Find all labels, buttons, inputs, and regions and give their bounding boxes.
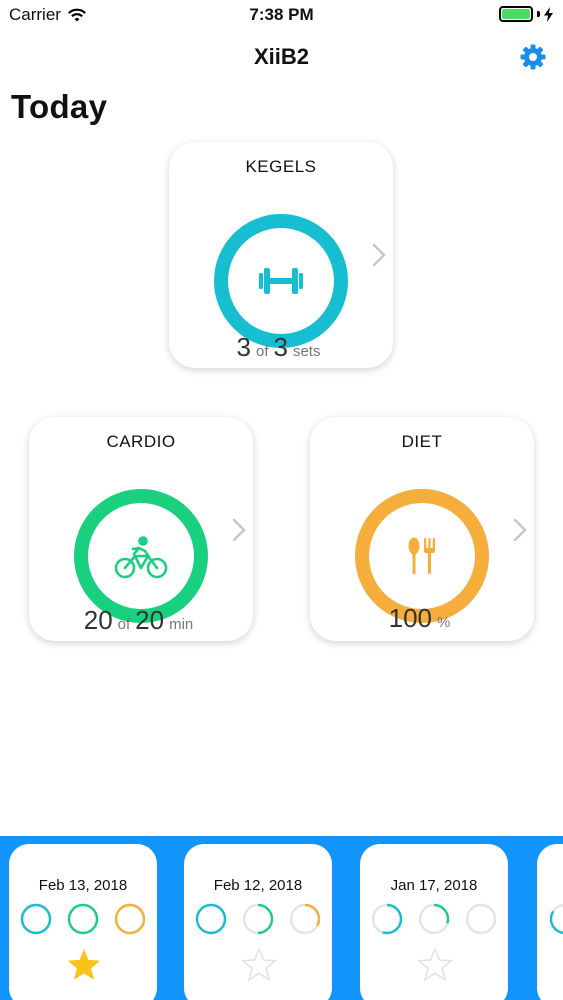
diet-stat: 100% [310, 603, 534, 634]
kegels-stat: 3 of 3 sets [169, 332, 393, 363]
mini-progress-ring [465, 903, 497, 935]
status-right [499, 6, 553, 22]
app-title: XiiB2 [253, 44, 310, 69]
kegels-target: 3 [273, 332, 288, 362]
diet-card[interactable]: DIET 100% [310, 417, 534, 641]
cardio-unit: min [169, 616, 194, 633]
history-date: Feb 13, 2018 [38, 877, 128, 894]
star-icon [67, 949, 101, 980]
history-strip[interactable]: Feb 13, 2018 Feb 12, 2018 Jan 17, 2018 [0, 836, 563, 1000]
status-time: 7:38 PM [249, 5, 314, 24]
battery-icon [499, 6, 533, 22]
history-mini-rings [360, 902, 508, 936]
mini-progress-ring [20, 903, 52, 935]
cardio-of-label: of [117, 616, 131, 633]
gear-icon [520, 44, 546, 70]
kegels-title: KEGELS [245, 157, 317, 176]
ring-progress [355, 489, 489, 623]
history-card[interactable]: Feb 12, 2018 [184, 844, 332, 1000]
history-card[interactable]: Feb 13, 2018 [9, 844, 157, 1000]
cardio-card[interactable]: CARDIO 20 of 20 min [29, 417, 253, 641]
kegels-progress-ring [214, 214, 348, 348]
kegels-unit: sets [292, 343, 321, 360]
mini-progress-ring [195, 903, 227, 935]
mini-progress-ring [67, 903, 99, 935]
mini-progress-ring [289, 903, 321, 935]
battery-level [502, 9, 530, 19]
bicycle-icon [114, 536, 168, 579]
mini-progress-ring [114, 903, 146, 935]
star-icon [240, 947, 278, 982]
history-date: Jan 17, 2018 [390, 877, 478, 894]
star-icon [416, 947, 454, 982]
history-mini-rings [9, 902, 157, 936]
mini-ring [549, 903, 563, 935]
diet-title: DIET [401, 432, 443, 451]
history-card[interactable]: Jan 17, 2018 [360, 844, 508, 1000]
diet-unit: % [437, 614, 451, 631]
cardio-chevron-right-icon [232, 518, 246, 542]
cardio-title: CARDIO [106, 432, 176, 451]
cardio-stat: 20 of 20 min [29, 605, 253, 636]
cardio-value: 20 [83, 605, 113, 635]
history-card-partial[interactable] [537, 844, 563, 1000]
page-title: Today [11, 88, 108, 125]
kegels-value: 3 [236, 332, 251, 362]
navigation-bar: XiiB2 [0, 30, 563, 86]
history-date: Feb 12, 2018 [213, 877, 303, 894]
diet-chevron-right-icon [513, 518, 527, 542]
mini-progress-ring [242, 903, 274, 935]
dumbbell-icon [259, 268, 303, 294]
charging-bolt-icon [544, 6, 553, 22]
kegels-card[interactable]: KEGELS 3 of 3 sets [169, 142, 393, 368]
kegels-chevron-right-icon [372, 243, 386, 267]
fork-spoon-icon [408, 537, 435, 574]
status-bar: Carrier 7:38 PM [0, 0, 563, 30]
mini-progress-ring [418, 903, 450, 935]
cardio-target: 20 [135, 605, 165, 635]
diet-value: 100 [388, 603, 433, 633]
settings-button[interactable] [519, 43, 547, 71]
mini-progress-ring [371, 903, 403, 935]
history-mini-rings [537, 902, 563, 936]
kegels-of-label: of [255, 343, 269, 360]
history-mini-rings [184, 902, 332, 936]
cardio-progress-ring [74, 489, 208, 623]
battery-tip [537, 11, 540, 17]
